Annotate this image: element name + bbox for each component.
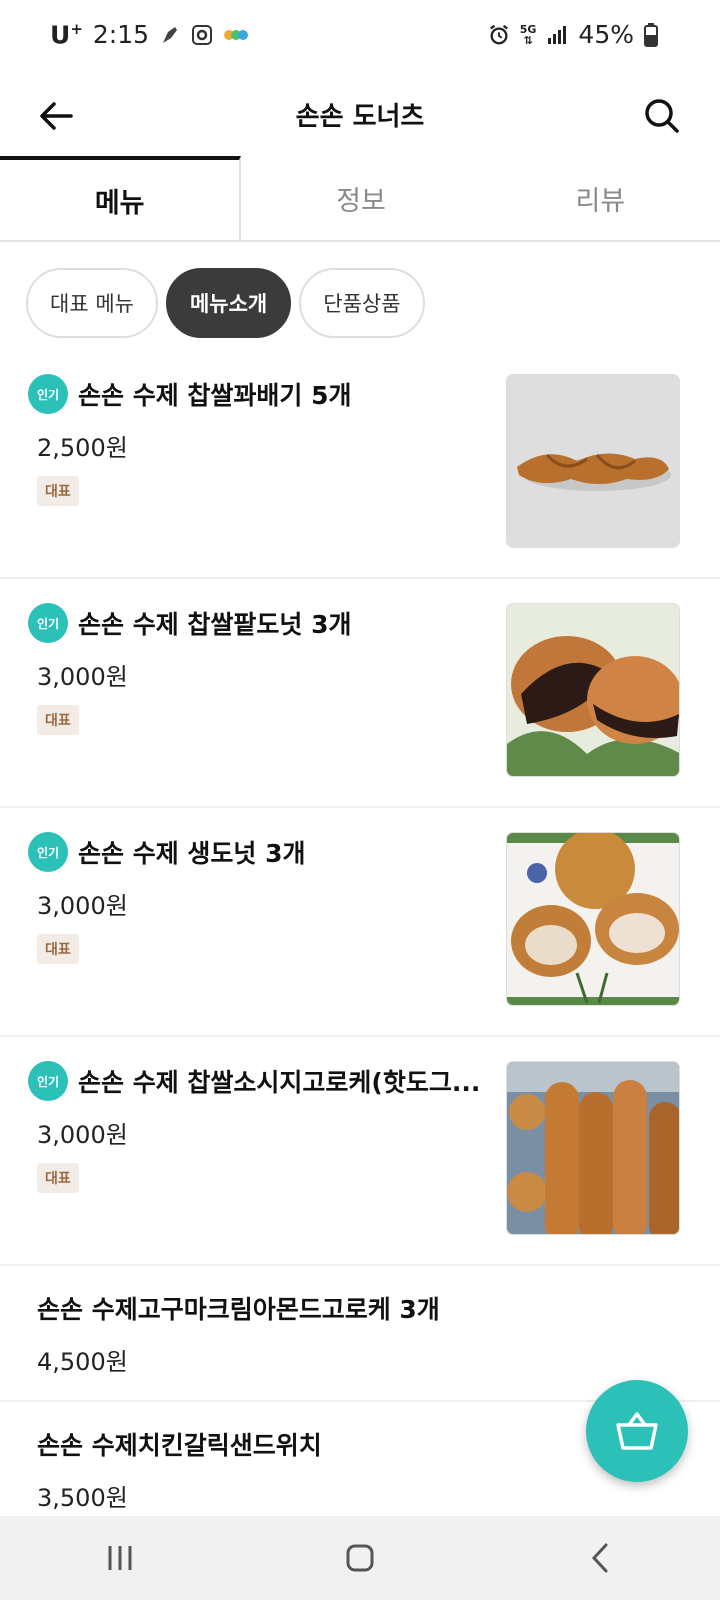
menu-item-price: 4,500원 <box>37 1348 128 1376</box>
category-chips: 대표 메뉴 메뉴소개 단품상품 <box>26 268 425 338</box>
menu-item-name: 손손 수제 찹쌀꽈배기 5개 <box>78 381 352 410</box>
menu-list: 인기 손손 수제 찹쌀꽈배기 5개 2,500원 대표 인기 손손 수제 찹쌀팥… <box>0 350 720 1538</box>
chip-menu-intro[interactable]: 메뉴소개 <box>165 268 292 338</box>
status-left: U+ 2:15 <box>50 20 249 49</box>
popular-badge: 인기 <box>28 832 68 872</box>
system-back-button[interactable] <box>560 1528 640 1588</box>
battery-icon <box>644 22 658 47</box>
home-button[interactable] <box>320 1528 400 1588</box>
menu-item-price: 2,500원 <box>37 434 128 462</box>
menu-item[interactable]: 인기 손손 수제 생도넛 3개 3,000원 대표 <box>0 808 720 1037</box>
system-nav-bar <box>0 1516 720 1600</box>
notification-pen-icon <box>163 26 178 43</box>
battery-percent: 45% <box>578 20 634 49</box>
menu-item[interactable]: 손손 수제고구마크림아몬드고로케 3개 4,500원 <box>0 1266 720 1402</box>
chevron-left-icon <box>591 1543 608 1573</box>
menu-item-name: 손손 수제고구마크림아몬드고로케 3개 <box>37 1295 440 1324</box>
menu-item-photo <box>506 1061 680 1235</box>
menu-item-photo <box>506 603 680 777</box>
chip-single-items[interactable]: 단품상품 <box>299 268 425 338</box>
search-icon <box>645 99 679 133</box>
recent-apps-icon <box>108 1546 132 1570</box>
menu-item-photo <box>506 832 680 1006</box>
menu-item-name: 손손 수제치킨갈릭샌드위치 <box>37 1431 322 1460</box>
app-header: 손손 도너츠 <box>0 76 720 156</box>
representative-badge: 대표 <box>37 476 79 506</box>
menu-item-price: 3,000원 <box>37 663 128 691</box>
menu-item-price: 3,000원 <box>37 1121 128 1149</box>
network-type: 5G ⇅ <box>519 22 537 47</box>
status-right: 5G ⇅ 45% <box>488 20 658 49</box>
alarm-icon <box>489 24 508 44</box>
home-icon <box>346 1544 374 1572</box>
search-button[interactable] <box>632 86 692 146</box>
tab-menu[interactable]: 메뉴 <box>0 156 242 240</box>
signal-icon <box>548 25 567 44</box>
menu-item[interactable]: 인기 손손 수제 찹쌀소시지고로케(핫도그... 3,000원 대표 <box>0 1037 720 1266</box>
popular-badge: 인기 <box>28 603 68 643</box>
menu-item[interactable]: 인기 손손 수제 찹쌀꽈배기 5개 2,500원 대표 <box>0 350 720 579</box>
cart-button[interactable] <box>586 1380 688 1482</box>
notification-square-icon <box>192 24 213 45</box>
recent-apps-button[interactable] <box>80 1528 160 1588</box>
tab-bar: 메뉴 정보 리뷰 <box>0 156 720 242</box>
tab-review[interactable]: 리뷰 <box>481 156 720 240</box>
menu-item-name: 손손 수제 생도넛 3개 <box>78 839 306 868</box>
basket-icon <box>616 1412 658 1450</box>
representative-badge: 대표 <box>37 934 79 964</box>
popular-badge: 인기 <box>28 374 68 414</box>
menu-item[interactable]: 인기 손손 수제 찹쌀팥도넛 3개 3,000원 대표 <box>0 579 720 808</box>
menu-item-price: 3,500원 <box>37 1484 128 1512</box>
tab-info[interactable]: 정보 <box>241 156 480 240</box>
notification-app-icon <box>224 29 249 40</box>
menu-item-name: 손손 수제 찹쌀팥도넛 3개 <box>78 610 352 639</box>
menu-item-price: 3,000원 <box>37 892 128 920</box>
chip-representative-menu[interactable]: 대표 메뉴 <box>26 268 158 338</box>
representative-badge: 대표 <box>37 1163 79 1193</box>
representative-badge: 대표 <box>37 705 79 735</box>
page-title: 손손 도너츠 <box>295 102 425 132</box>
menu-item-name: 손손 수제 찹쌀소시지고로케(핫도그... <box>78 1068 481 1097</box>
menu-item-photo <box>506 374 680 548</box>
clock: 2:15 <box>92 20 150 50</box>
popular-badge: 인기 <box>28 1061 68 1101</box>
carrier-label: U+ <box>50 20 83 50</box>
status-bar: U+ 2:15 5G ⇅ 45% <box>0 0 720 76</box>
